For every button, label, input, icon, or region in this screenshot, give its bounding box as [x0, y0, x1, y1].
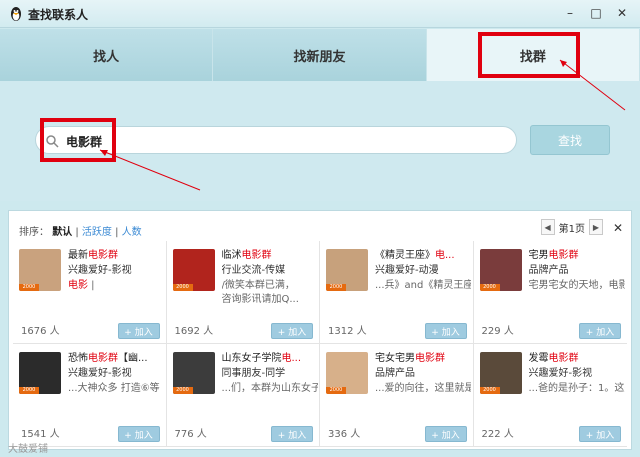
group-category: 兴趣爱好-影视	[68, 265, 132, 276]
group-category: 兴趣爱好-影视	[68, 368, 132, 379]
next-page-button[interactable]: ▶	[589, 219, 603, 235]
sort-label: 排序：	[19, 227, 49, 238]
group-name[interactable]: 宅女宅男电影群	[375, 352, 471, 366]
sort-bar: 排序： 默认 | 活跃度 | 人数	[19, 227, 142, 238]
join-button[interactable]: + 加入	[117, 426, 160, 442]
member-count: 1312 人	[328, 326, 367, 337]
highlight-box-tab	[478, 32, 580, 78]
watermark: 大鼓爱铺	[8, 444, 48, 455]
close-button[interactable]: ✕	[610, 3, 634, 23]
title-bar: 查找联系人 – □ ✕	[0, 0, 640, 28]
group-name[interactable]: 恐怖电影群【幽...	[68, 352, 164, 366]
member-count: 229 人	[481, 326, 514, 337]
join-button[interactable]: + 加入	[117, 323, 160, 339]
badge: 2000	[479, 284, 500, 291]
group-card[interactable]: 2000 临沭电影群 行业交流-传媒 /微笑本群已满， 咨询影讯请加Q... 1…	[166, 241, 320, 344]
group-category: 兴趣爱好-影视	[528, 368, 593, 379]
group-name[interactable]: 最新电影群	[68, 249, 164, 263]
member-count: 1541 人	[21, 429, 60, 440]
group-category: 同事朋友-同学	[221, 368, 286, 379]
member-count: 1692 人	[174, 326, 214, 337]
group-category: 品牌产品	[375, 368, 415, 379]
group-desc: ...大神众多 打造⑥等 电影群...	[68, 383, 164, 394]
results-panel: 排序： 默认 | 活跃度 | 人数 ◀ 第1页 ▶ ✕ 2000 最新电影群 兴…	[8, 210, 632, 450]
page-indicator: 第1页	[558, 223, 585, 235]
group-name[interactable]: 发霉电影群	[529, 352, 625, 366]
sort-activity[interactable]: 活跃度	[82, 227, 112, 238]
group-category: 行业交流-传媒	[221, 265, 286, 276]
group-avatar: 2000	[479, 352, 522, 394]
join-button[interactable]: + 加入	[271, 323, 313, 339]
group-name[interactable]: 山东女子学院电...	[222, 352, 318, 366]
member-count: 1676 人	[21, 326, 60, 337]
results-grid: 2000 最新电影群 兴趣爱好-影视 电影 | 1676 人 + 加入 2000…	[13, 241, 627, 447]
pager: ◀ 第1页 ▶	[540, 219, 603, 235]
group-card[interactable]: 2000 最新电影群 兴趣爱好-影视 电影 | 1676 人 + 加入	[13, 241, 167, 344]
group-card[interactable]: 2000 山东女子学院电... 同事朋友-同学 ...们，本群为山东女子学院电影…	[166, 344, 320, 447]
group-desc: 宅男宅女的天地，电影的天下，...	[528, 280, 625, 291]
group-avatar: 2000	[19, 249, 61, 291]
group-avatar: 2000	[172, 352, 215, 394]
group-card[interactable]: 2000 发霉电影群 兴趣爱好-影视 ...爸的是孙子：1。这是一个电影... …	[473, 344, 627, 447]
minimize-button[interactable]: –	[558, 3, 582, 23]
group-avatar: 2000	[172, 249, 215, 291]
join-button[interactable]: + 加入	[424, 323, 467, 339]
group-card[interactable]: 2000 宅男电影群 品牌产品 宅男宅女的天地，电影的天下，... 229 人 …	[473, 241, 627, 344]
qq-penguin-icon	[11, 7, 21, 21]
sort-people[interactable]: 人数	[122, 227, 142, 238]
group-desc: ...们，本群为山东女子学院电影...	[221, 383, 318, 394]
badge: 2000	[326, 284, 346, 291]
group-avatar: 2000	[479, 249, 522, 291]
join-button[interactable]: + 加入	[579, 323, 621, 339]
close-results-icon[interactable]: ✕	[613, 221, 623, 235]
group-desc: /微笑本群已满，	[221, 280, 295, 291]
prev-page-button[interactable]: ◀	[540, 219, 555, 235]
group-name[interactable]: 《精灵王座》电...	[375, 249, 471, 263]
join-button[interactable]: + 加入	[424, 426, 467, 442]
badge: 2000	[172, 387, 193, 394]
tab-find-new-friends[interactable]: 找新朋友	[213, 29, 427, 81]
group-desc: ...兵》and《精灵王座》电影群...	[375, 280, 471, 291]
group-desc: ...爸的是孙子：1。这是一个电影...	[528, 383, 625, 394]
group-category: 品牌产品	[528, 265, 569, 276]
group-card[interactable]: 2000 恐怖电影群【幽... 兴趣爱好-影视 ...大神众多 打造⑥等 电影群…	[13, 344, 167, 447]
badge: 2000	[326, 387, 346, 394]
highlight-box-search	[40, 118, 116, 162]
group-card[interactable]: 2000 宅女宅男电影群 品牌产品 ...爱的向往，这里就是宅男电影... 33…	[320, 344, 474, 447]
group-desc: 电影 |	[68, 280, 95, 291]
member-count: 336 人	[328, 429, 361, 440]
group-name[interactable]: 临沭电影群	[222, 249, 318, 263]
group-avatar: 2000	[326, 352, 368, 394]
group-avatar: 2000	[326, 249, 368, 291]
group-name[interactable]: 宅男电影群	[529, 249, 625, 263]
tab-find-people[interactable]: 找人	[0, 29, 214, 81]
badge: 2000	[479, 387, 500, 394]
group-card[interactable]: 2000 《精灵王座》电... 兴趣爱好-动漫 ...兵》and《精灵王座》电影…	[320, 241, 474, 344]
window-title: 查找联系人	[28, 8, 89, 22]
join-button[interactable]: + 加入	[579, 426, 621, 442]
search-button[interactable]: 查找	[530, 125, 610, 155]
member-count: 776 人	[174, 429, 207, 440]
badge: 2000	[19, 284, 39, 291]
group-category: 兴趣爱好-动漫	[375, 265, 439, 276]
group-desc: ...爱的向往，这里就是宅男电影...	[375, 383, 471, 394]
group-avatar: 2000	[19, 352, 61, 394]
sort-default[interactable]: 默认	[52, 227, 72, 238]
badge: 2000	[19, 387, 39, 394]
member-count: 222 人	[481, 429, 514, 440]
maximize-button[interactable]: □	[584, 3, 608, 23]
group-desc-2: 咨询影讯请加Q...	[221, 294, 299, 305]
join-button[interactable]: + 加入	[271, 426, 313, 442]
badge: 2000	[172, 284, 193, 291]
